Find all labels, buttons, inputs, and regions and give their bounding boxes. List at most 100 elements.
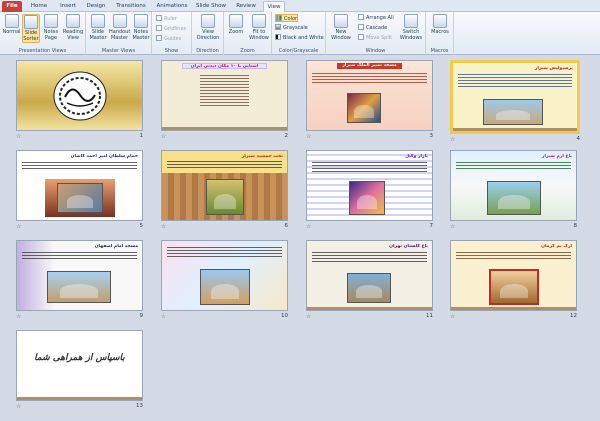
slide-7[interactable]: بازار وکیل ☆ 7 [306,150,433,232]
slide-text-lines [456,252,571,261]
slide-4[interactable]: پرسپولیس شیراز ☆ 4 [450,60,580,143]
new-window-button[interactable]: New Window [328,14,354,41]
cascade-icon [358,24,364,30]
slide-thumbnail[interactable]: حمام سلطان امیر احمد کاشان [16,150,143,221]
slide-thumbnail[interactable]: باسپاس از همراهی شما [16,330,143,401]
slide-8[interactable]: باغ ارم شیراز ☆ 8 [450,150,577,232]
transition-star-icon: ☆ [450,223,456,230]
tab-file[interactable]: File [2,1,22,12]
notes-page-button[interactable]: Notes Page [42,14,60,41]
transition-star-icon: ☆ [306,313,312,320]
transition-star-icon: ☆ [306,223,312,230]
slide-thumbnail[interactable]: آشنایی با ۱۰ مکان دیدنی ایران [161,60,288,131]
notes-master-icon [134,14,148,28]
reading-view-button[interactable]: Reading View [62,14,84,41]
group-label: Direction [196,48,219,54]
slide-sorter-pane: ☆ 1 آشنایی با ۱۰ مکان دیدنی ایران ☆ 2 مس… [0,56,600,421]
slide-title: مسجد امام اصفهان [94,244,138,249]
slide-3[interactable]: مسجد نصیر الملک شیراز ☆ 3 [306,60,433,142]
slide-number: 7 [429,223,434,229]
arrange-all-button[interactable]: Arrange All [358,14,394,22]
macros-button[interactable]: Macros [429,14,451,36]
slide-thumbnail[interactable]: باغ گلستان تهران [306,240,433,311]
slide-text-lines [200,75,249,108]
tab-animations[interactable]: Animations [154,1,190,12]
grayscale-icon [275,24,281,30]
tab-insert[interactable]: Insert [56,1,80,12]
slide-5[interactable]: حمام سلطان امیر احمد کاشان ☆ 5 [16,150,143,232]
slide-9[interactable]: مسجد امام اصفهان ☆ 9 [16,240,143,322]
slide-photo [206,179,244,215]
slide-number: 10 [281,313,288,319]
notes-master-button[interactable]: Notes Master [131,14,151,41]
slide-thumbnail[interactable]: مسجد امام اصفهان [16,240,143,311]
slide-text-lines [456,162,571,171]
slide-photo [347,273,391,303]
slide-master-button[interactable]: Slide Master [88,14,108,41]
notes-page-icon [44,14,58,28]
slide-thumbnail[interactable]: باغ ارم شیراز [450,150,577,221]
group-label: Color/Grayscale [278,48,319,54]
normal-view-button[interactable]: Normal [2,14,21,36]
slide-number: 2 [284,133,289,139]
slide-thumbnail[interactable] [161,240,288,311]
slide-11[interactable]: باغ گلستان تهران ☆ 11 [306,240,433,322]
group-label: Show [164,48,179,54]
tab-slide-show[interactable]: Slide Show [194,1,228,12]
slide-sorter-button[interactable]: Slide Sorter [22,14,40,43]
arrange-all-icon [358,14,364,20]
slide-6[interactable]: تخت جمشید شیراز ☆ 6 [161,150,288,232]
slide-photo [489,269,539,305]
handout-master-button[interactable]: Handout Master [109,14,130,41]
slide-photo [200,269,250,305]
slide-number: 12 [570,313,577,319]
guides-checkbox[interactable]: Guides [156,35,181,43]
group-window: New Window Arrange All Cascade Move Spli… [326,12,426,55]
move-split-button[interactable]: Move Split [358,34,392,42]
ruler-checkbox[interactable]: Ruler [156,15,177,23]
switch-windows-icon [404,14,418,28]
handout-master-icon [112,14,127,28]
ribbon: Normal Slide Sorter Notes Page Reading V… [0,12,600,55]
tab-review[interactable]: Review [232,1,260,12]
slide-thumbnail[interactable]: پرسپولیس شیراز [450,60,580,134]
slide-thumbnail[interactable]: ارگ بم کرمان [450,240,577,311]
slide-footer-bar [451,307,576,310]
black-white-icon [275,34,281,40]
slide-photo [483,99,543,125]
slide-1[interactable]: ☆ 1 [16,60,143,142]
slide-number: 5 [139,223,144,229]
group-macros: Macros Macros [426,12,454,55]
slide-photo [487,181,541,215]
cascade-button[interactable]: Cascade [358,24,387,32]
slide-10[interactable]: ☆ 10 [161,240,288,322]
group-master-views: Slide Master Handout Master Notes Master… [86,12,152,55]
tab-design[interactable]: Design [84,1,108,12]
slide-12[interactable]: ارگ بم کرمان ☆ 12 [450,240,577,322]
slide-thumbnail[interactable]: بازار وکیل [306,150,433,221]
slide-thumbnail[interactable]: تخت جمشید شیراز [161,150,288,221]
slide-title: باغ گلستان تهران [389,244,428,249]
grayscale-button[interactable]: Grayscale [275,24,308,32]
slide-text-lines [167,161,282,170]
slide-thumbnail[interactable]: مسجد نصیر الملک شیراز [306,60,433,131]
slide-13[interactable]: باسپاس از همراهی شما ☆ 13 [16,330,143,412]
group-zoom: Zoom Fit to Window Zoom [224,12,272,55]
macros-icon [433,14,447,28]
tab-view[interactable]: View [263,1,285,12]
switch-windows-button[interactable]: Switch Windows [398,14,424,41]
slide-thumbnail[interactable] [16,60,143,131]
fit-to-window-button[interactable]: Fit to Window [248,14,270,41]
zoom-button[interactable]: Zoom [226,14,246,36]
slide-2[interactable]: آشنایی با ۱۰ مکان دیدنی ایران ☆ 2 [161,60,288,142]
slide-text-lines [167,247,282,259]
view-direction-button[interactable]: View Direction [196,14,220,41]
slide-title: باغ ارم شیراز [541,154,572,159]
slide-number: 9 [139,313,144,319]
tab-transitions[interactable]: Transitions [113,1,149,12]
tab-home[interactable]: Home [29,1,49,12]
color-button[interactable]: Color [275,14,299,22]
black-and-white-button[interactable]: Black and White [275,34,324,42]
transition-star-icon: ☆ [161,223,167,230]
gridlines-checkbox[interactable]: Gridlines [156,25,186,33]
